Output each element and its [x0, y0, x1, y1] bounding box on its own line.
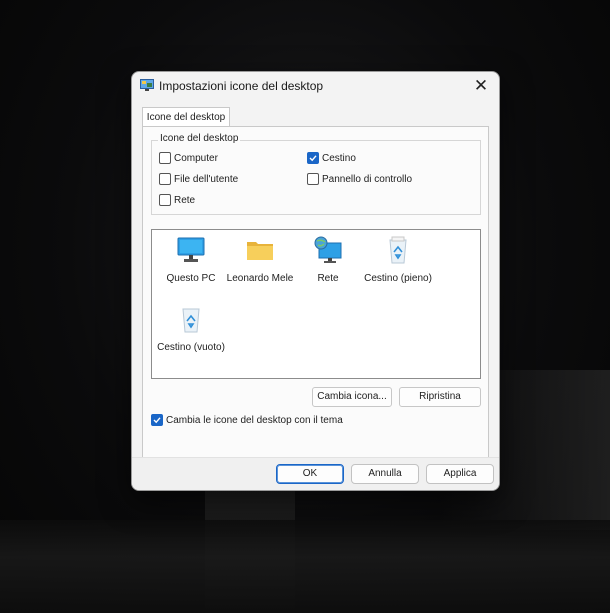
background-floor [0, 520, 610, 613]
checkbox-user-files[interactable]: File dell'utente [159, 172, 238, 186]
checkbox-box[interactable] [159, 173, 171, 185]
checkbox-box[interactable] [159, 152, 171, 164]
checkbox-label: File dell'utente [174, 173, 239, 185]
title-bar: Impostazioni icone del desktop ✕ [132, 72, 499, 102]
checkbox-box-checked[interactable] [307, 152, 319, 164]
icon-label: Cestino (vuoto) [157, 342, 225, 353]
icon-label: Leonardo Mele [226, 273, 294, 284]
checkbox-label: Computer [174, 152, 218, 164]
icon-list[interactable]: Questo PC Leonardo Mele Rete Cestino (pi… [151, 229, 481, 379]
checkmark-icon [153, 417, 161, 424]
ok-button[interactable]: OK [276, 464, 344, 484]
icon-item-user-folder[interactable]: Leonardo Mele [221, 236, 299, 284]
checkbox-label: Pannello di controllo [322, 173, 413, 185]
change-icon-button[interactable]: Cambia icona... [312, 387, 392, 407]
checkmark-icon [309, 155, 317, 162]
tab-panel: Icone del desktop Computer Cestino File … [142, 126, 489, 459]
checkbox-box-checked[interactable] [151, 414, 163, 426]
checkbox-label: Cambia le icone del desktop con il tema [166, 414, 343, 426]
checkbox-box[interactable] [159, 194, 171, 206]
icon-item-network[interactable]: Rete [289, 236, 367, 284]
recycle-bin-full-icon [389, 236, 407, 264]
desktop-icon-settings-dialog: Impostazioni icone del desktop ✕ Icone d… [131, 71, 500, 491]
checkbox-control-panel[interactable]: Pannello di controllo [307, 172, 412, 186]
icon-label: Rete [317, 273, 339, 284]
icon-item-recycle-bin-empty[interactable]: Cestino (vuoto) [152, 305, 230, 353]
apply-button[interactable]: Applica [426, 464, 494, 484]
desktop-settings-icon [140, 79, 154, 91]
icon-label: Cestino (pieno) [364, 273, 432, 284]
icon-item-recycle-bin-full[interactable]: Cestino (pieno) [359, 236, 437, 284]
checkbox-cestino[interactable]: Cestino [307, 151, 356, 165]
checkbox-label: Rete [174, 194, 196, 206]
checkbox-box[interactable] [307, 173, 319, 185]
recycle-bin-empty-icon [182, 308, 200, 333]
tab-desktop-icons[interactable]: Icone del desktop [142, 107, 230, 127]
groupbox-legend: Icone del desktop [158, 133, 241, 144]
folder-icon [247, 242, 273, 260]
desktop-icons-groupbox: Icone del desktop Computer Cestino File … [151, 133, 481, 215]
icon-item-this-pc[interactable]: Questo PC [152, 236, 230, 284]
cancel-button[interactable]: Annulla [351, 464, 419, 484]
monitor-icon [177, 237, 205, 262]
checkbox-computer[interactable]: Computer [159, 151, 218, 165]
theme-icons-checkbox[interactable]: Cambia le icone del desktop con il tema [151, 413, 343, 427]
restore-button[interactable]: Ripristina [399, 387, 481, 407]
dialog-title: Impostazioni icone del desktop [159, 79, 324, 93]
network-icon [314, 236, 342, 263]
checkbox-network[interactable]: Rete [159, 193, 195, 207]
icon-label: Questo PC [166, 273, 216, 284]
checkbox-label: Cestino [322, 152, 356, 164]
close-button[interactable]: ✕ [469, 75, 493, 97]
dialog-footer: OK Annulla Applica [132, 457, 499, 490]
close-icon: ✕ [473, 76, 489, 95]
